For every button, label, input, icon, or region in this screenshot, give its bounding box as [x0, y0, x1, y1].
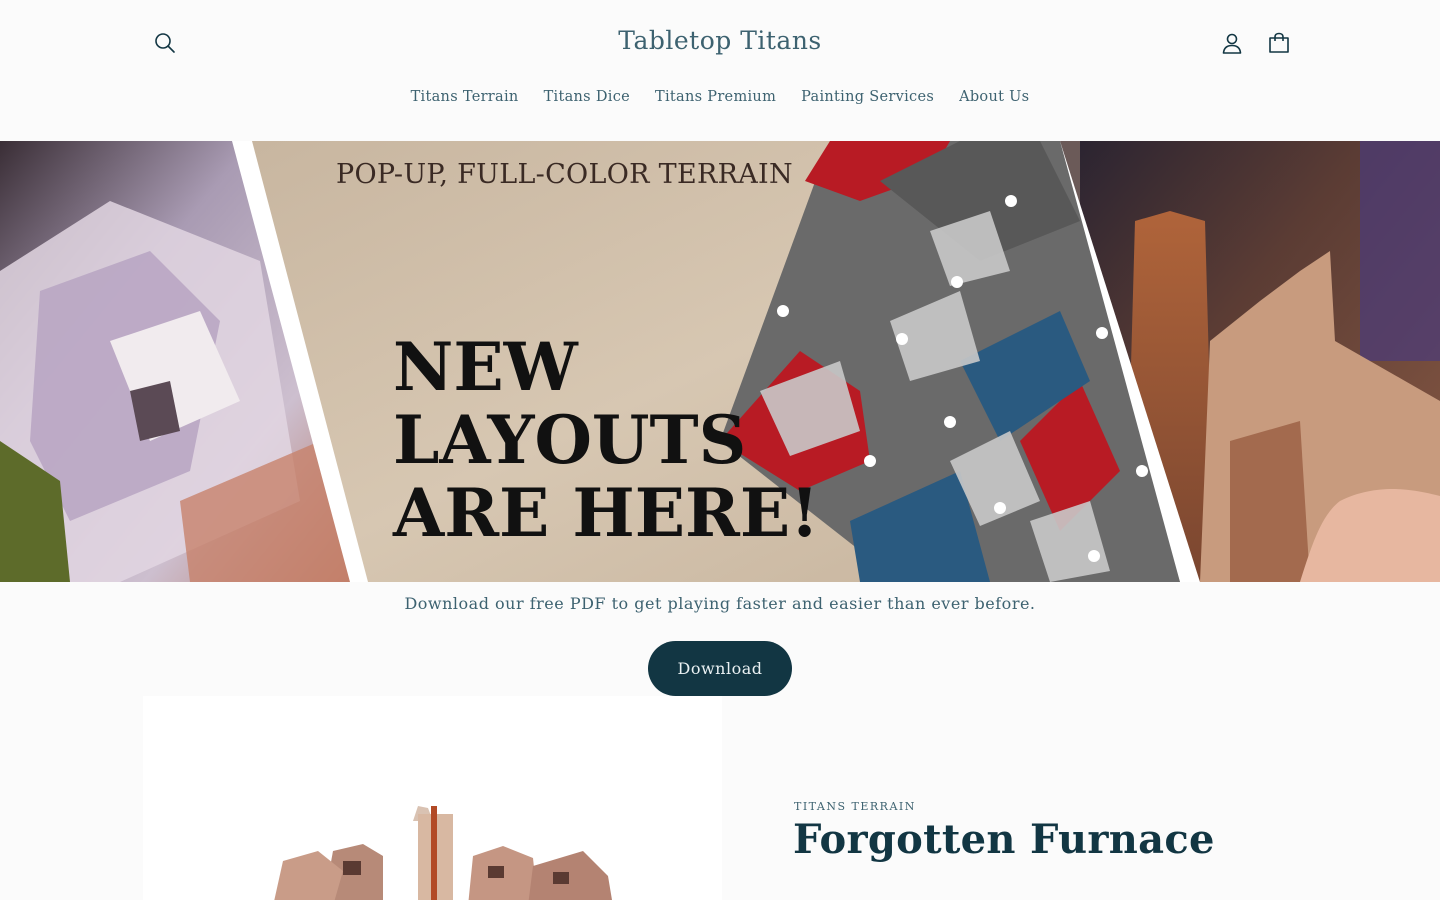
- hero-tagline: POP-UP, FULL-COLOR TERRAIN: [336, 159, 793, 190]
- cart-button[interactable]: [1257, 21, 1301, 65]
- search-button[interactable]: [143, 21, 187, 65]
- product-image[interactable]: [143, 696, 722, 900]
- cart-icon: [1269, 32, 1289, 53]
- nav-item-titans-dice[interactable]: Titans Dice: [531, 89, 642, 105]
- site-header: Tabletop Titans Titans Terrain Titans Di…: [0, 0, 1440, 141]
- hero-headline: NEW LAYOUTS ARE HERE!: [393, 328, 820, 552]
- hero-banner[interactable]: POP-UP, FULL-COLOR TERRAIN NEW LAYOUTS A…: [0, 141, 1440, 582]
- download-button[interactable]: Download: [648, 641, 792, 696]
- account-button[interactable]: [1210, 21, 1254, 65]
- product-photo: [143, 696, 722, 900]
- product-vendor: TITANS TERRAIN: [794, 800, 916, 813]
- nav-item-titans-terrain[interactable]: Titans Terrain: [398, 89, 531, 105]
- product-title[interactable]: Forgotten Furnace: [793, 816, 1215, 863]
- main-nav: Titans Terrain Titans Dice Titans Premiu…: [0, 89, 1440, 105]
- nav-item-titans-premium[interactable]: Titans Premium: [643, 89, 789, 105]
- promo-text: Download our free PDF to get playing fas…: [404, 594, 1036, 613]
- site-logo[interactable]: Tabletop Titans: [520, 26, 920, 55]
- nav-item-about-us[interactable]: About Us: [947, 89, 1042, 105]
- nav-item-painting-services[interactable]: Painting Services: [789, 89, 947, 105]
- search-icon: [155, 33, 175, 53]
- user-icon: [1222, 33, 1242, 54]
